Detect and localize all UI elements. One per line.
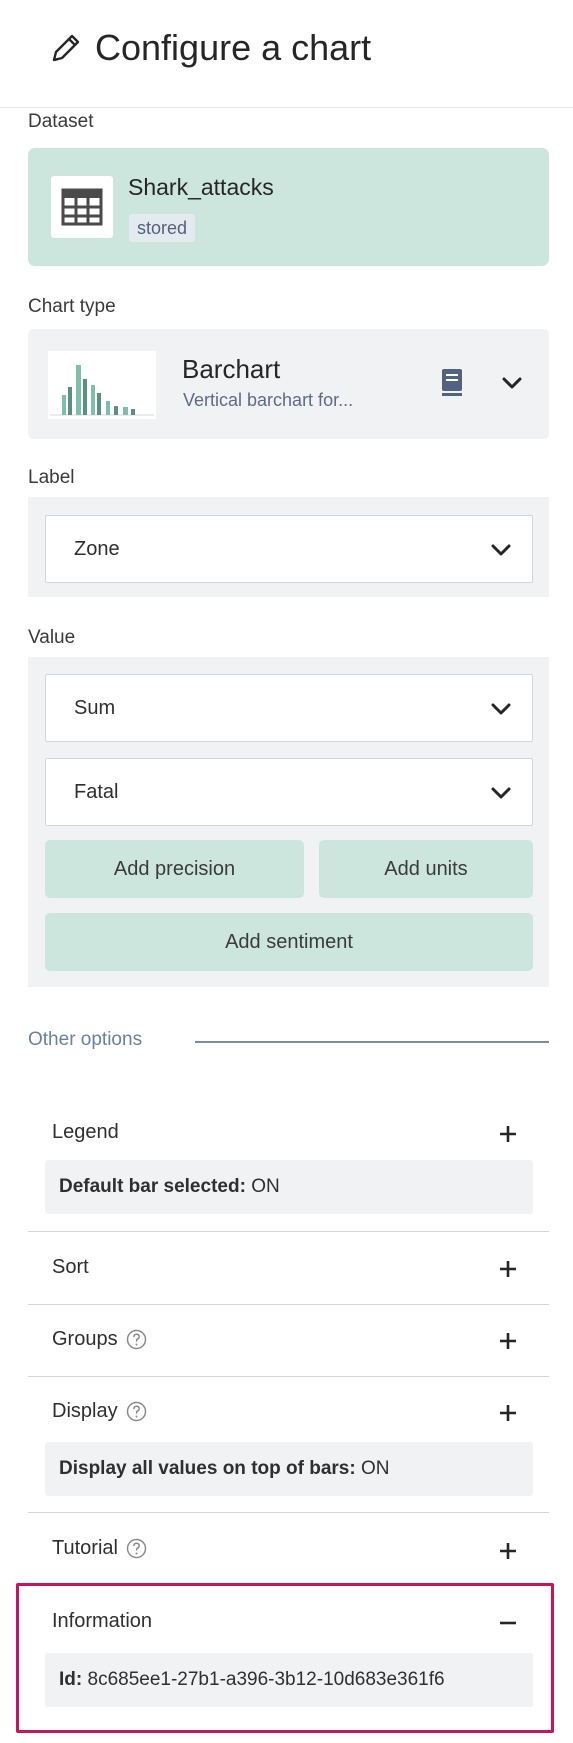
value-field-select-value: Fatal — [74, 781, 119, 803]
information-id-value: 8c685ee1-27b1-a396-3b12-10d683e361f6 — [87, 1669, 445, 1690]
information-title: Information — [52, 1610, 153, 1632]
tutorial-title-text: Tutorial — [52, 1537, 118, 1559]
divider — [195, 1041, 549, 1043]
chevron-down-icon — [491, 544, 511, 556]
chevron-down-icon — [491, 703, 511, 715]
legend-setting-label: Default bar selected: — [59, 1176, 246, 1197]
plus-icon[interactable] — [498, 1124, 518, 1144]
tutorial-title: Tutorial — [52, 1537, 147, 1560]
plus-icon[interactable] — [498, 1403, 518, 1423]
chart-type-description: Vertical barchart for... — [183, 390, 354, 410]
chart-type-selector[interactable]: Barchart Vertical barchart for... — [28, 329, 549, 439]
plus-icon[interactable] — [498, 1541, 518, 1561]
groups-title: Groups — [52, 1328, 147, 1351]
add-units-button[interactable]: Add units — [319, 840, 533, 898]
plus-icon[interactable] — [498, 1331, 518, 1351]
table-icon — [51, 176, 113, 238]
divider — [28, 1304, 549, 1305]
label-section-label: Label — [28, 467, 75, 488]
add-precision-button[interactable]: Add precision — [45, 840, 304, 898]
dataset-card[interactable]: Shark_attacks stored — [28, 148, 549, 266]
display-setting: Display all values on top of bars: ON — [45, 1442, 533, 1496]
help-icon[interactable] — [126, 1329, 147, 1350]
information-id: Id: 8c685ee1-27b1-a396-3b12-10d683e361f6 — [45, 1653, 533, 1707]
legend-title: Legend — [52, 1121, 119, 1143]
page-title: Configure a chart — [95, 27, 372, 68]
barchart-thumbnail-icon — [48, 351, 156, 419]
help-icon[interactable] — [126, 1538, 147, 1559]
chart-type-name: Barchart — [182, 354, 281, 384]
value-field-select[interactable]: Fatal — [45, 758, 533, 826]
add-sentiment-button[interactable]: Add sentiment — [45, 913, 533, 971]
display-title-text: Display — [52, 1400, 118, 1422]
label-select[interactable]: Zone — [45, 515, 533, 583]
help-icon[interactable] — [126, 1401, 147, 1422]
aggregation-select[interactable]: Sum — [45, 674, 533, 742]
information-id-label: Id: — [59, 1669, 83, 1690]
status-badge: stored — [129, 214, 196, 242]
dataset-name: Shark_attacks — [128, 174, 274, 200]
chevron-down-icon — [491, 787, 511, 799]
sort-title: Sort — [52, 1256, 89, 1278]
chevron-down-icon[interactable] — [501, 373, 523, 393]
dataset-label: Dataset — [28, 111, 94, 132]
aggregation-select-value: Sum — [74, 697, 116, 719]
other-options-label: Other options — [28, 1029, 143, 1050]
value-section-label: Value — [28, 627, 76, 648]
chart-type-label: Chart type — [28, 296, 116, 317]
display-setting-value: ON — [360, 1458, 390, 1479]
divider — [28, 1512, 549, 1513]
divider — [28, 1376, 549, 1377]
legend-setting-value: ON — [251, 1176, 280, 1197]
pencil-icon — [52, 34, 80, 62]
groups-title-text: Groups — [52, 1328, 118, 1350]
divider — [28, 1231, 549, 1232]
minus-icon[interactable] — [498, 1613, 518, 1633]
panel-header: Configure a chart — [0, 0, 573, 108]
book-icon[interactable] — [440, 368, 464, 398]
display-title: Display — [52, 1400, 147, 1423]
display-setting-label: Display all values on top of bars: — [59, 1458, 356, 1479]
legend-setting: Default bar selected: ON — [45, 1160, 533, 1214]
plus-icon[interactable] — [498, 1259, 518, 1279]
label-select-value: Zone — [74, 538, 120, 560]
